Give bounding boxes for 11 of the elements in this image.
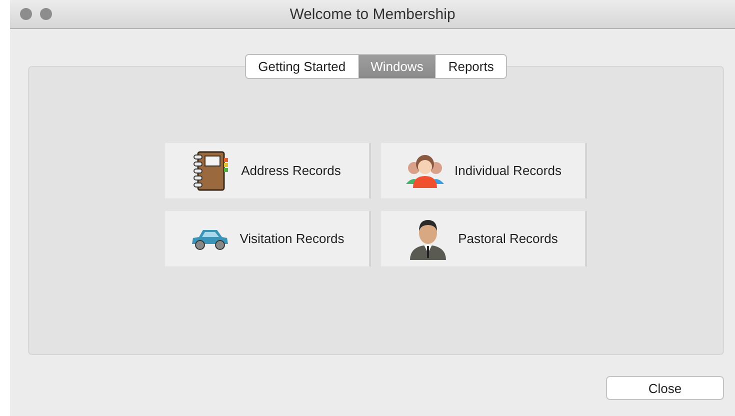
record-button[interactable]: Individual Records [381, 143, 587, 199]
window-title: Welcome to Membership [290, 6, 456, 22]
record-button[interactable]: Address Records [165, 143, 371, 199]
tab[interactable]: Getting Started [246, 55, 359, 78]
person-icon [408, 218, 448, 260]
record-button[interactable]: Visitation Records [165, 211, 371, 267]
people-icon [404, 154, 445, 188]
record-button[interactable]: Pastoral Records [381, 211, 587, 267]
close-window-button[interactable] [20, 8, 32, 20]
minimize-window-button[interactable] [40, 8, 52, 20]
close-button[interactable]: Close [606, 376, 724, 400]
